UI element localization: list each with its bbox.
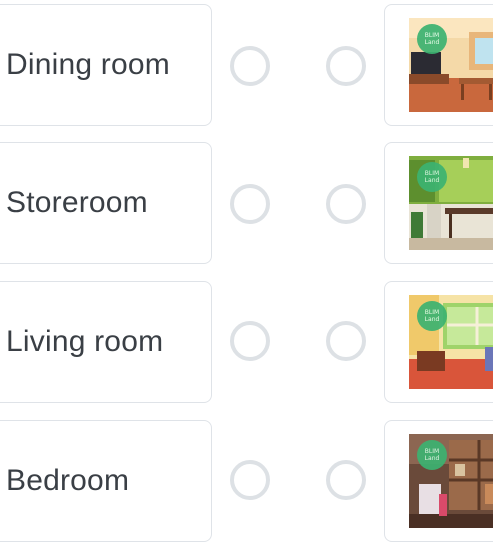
- option-card: Storeroom: [0, 142, 212, 264]
- room-image: BLIM Land: [409, 434, 493, 528]
- brand-logo: BLIM Land: [417, 24, 447, 54]
- match-row: Living room BLIM Land: [0, 281, 493, 405]
- match-row: Dining room BLIM Land: [0, 4, 493, 128]
- radio-button[interactable]: [326, 184, 366, 224]
- brand-logo: BLIM Land: [417, 162, 447, 192]
- brand-logo: BLIM Land: [417, 440, 447, 470]
- option-card: Dining room: [0, 4, 212, 126]
- radio-button[interactable]: [326, 46, 366, 86]
- match-row: Storeroom BLIM Land: [0, 142, 493, 266]
- radio-button[interactable]: [230, 321, 270, 361]
- option-card: Bedroom: [0, 420, 212, 542]
- option-label: Bedroom: [6, 464, 130, 497]
- option-card: Living room: [0, 281, 212, 403]
- option-label: Storeroom: [6, 186, 148, 219]
- image-card[interactable]: BLIM Land: [384, 4, 493, 126]
- option-label: Dining room: [6, 48, 170, 81]
- image-card[interactable]: BLIM Land: [384, 281, 493, 403]
- radio-button[interactable]: [230, 184, 270, 224]
- radio-button[interactable]: [326, 321, 366, 361]
- radio-button[interactable]: [230, 460, 270, 500]
- room-image: BLIM Land: [409, 295, 493, 389]
- option-label: Living room: [6, 325, 164, 358]
- image-card[interactable]: BLIM Land: [384, 420, 493, 542]
- brand-logo: BLIM Land: [417, 301, 447, 331]
- radio-button[interactable]: [230, 46, 270, 86]
- radio-button[interactable]: [326, 460, 366, 500]
- room-image: BLIM Land: [409, 18, 493, 112]
- image-card[interactable]: BLIM Land: [384, 142, 493, 264]
- room-image: BLIM Land: [409, 156, 493, 250]
- match-row: Bedroom BLIM Land: [0, 420, 493, 544]
